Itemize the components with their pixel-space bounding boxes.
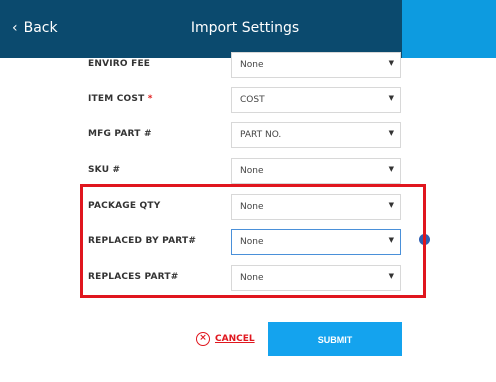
chevron-left-icon: ‹ [12,20,18,36]
mfg-part-select[interactable]: PART NO. ▼ [231,122,401,148]
select-value: None [240,166,264,176]
required-marker: * [147,94,153,104]
caret-down-icon: ▼ [388,59,394,67]
select-value: None [240,60,264,70]
submit-button[interactable]: SUBMIT [268,322,402,356]
cancel-button[interactable]: × CANCEL [196,332,255,346]
close-circle-icon: × [196,332,210,346]
field-label: SKU # [88,165,121,175]
select-value: PART NO. [240,130,282,140]
field-row-mfg-part: MFG PART # PART NO. ▼ [0,122,496,150]
field-label-text: ITEM COST [88,94,145,104]
back-button[interactable]: ‹ Back [12,20,58,36]
field-label: ENVIRO FEE [88,59,151,69]
field-label: ITEM COST * [88,94,153,104]
field-row-enviro-fee: ENVIRO FEE None ▼ [0,52,496,80]
sku-select[interactable]: None ▼ [231,158,401,184]
highlight-box [80,184,426,298]
app-header: ‹ Back Import Settings [0,0,496,58]
field-row-item-cost: ITEM COST * COST ▼ [0,87,496,115]
select-value: COST [240,95,265,105]
caret-down-icon: ▼ [388,129,394,137]
caret-down-icon: ▼ [388,165,394,173]
cancel-label: CANCEL [215,334,255,344]
page-title: Import Settings [190,20,300,36]
back-label: Back [23,20,58,36]
field-label: MFG PART # [88,129,152,139]
caret-down-icon: ▼ [388,94,394,102]
item-cost-select[interactable]: COST ▼ [231,87,401,113]
field-row-sku: SKU # None ▼ [0,158,496,186]
header-accent [402,0,496,58]
enviro-fee-select[interactable]: None ▼ [231,52,401,78]
